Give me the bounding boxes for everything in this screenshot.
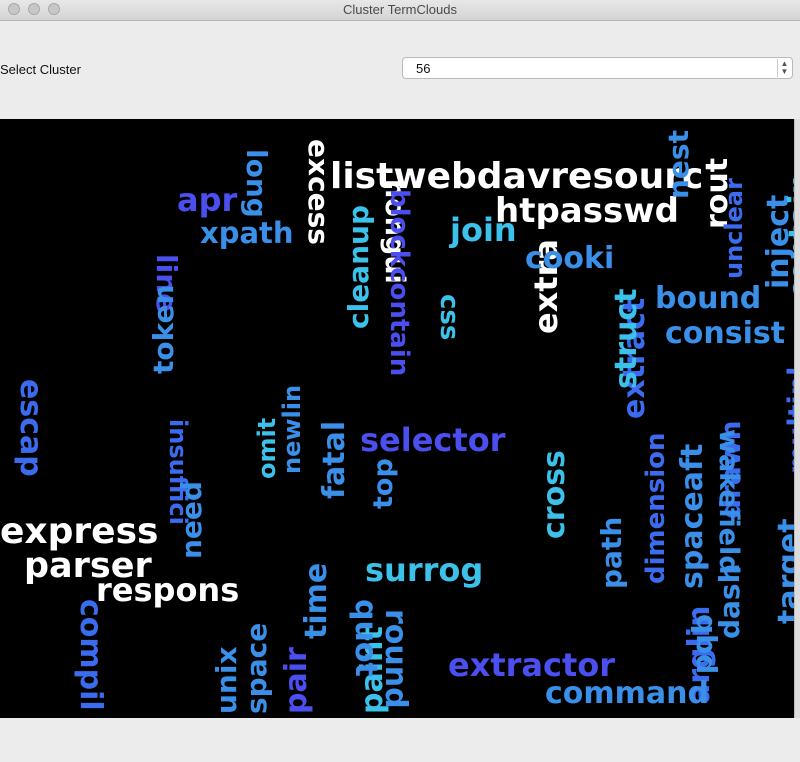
cloud-term: fatal (317, 420, 352, 499)
cloud-term: nest (662, 130, 695, 199)
cloud-term: escap (13, 379, 48, 477)
cloud-term: token (147, 284, 180, 374)
cloud-term: htpasswd (495, 191, 679, 231)
cloud-term: spaceaft (675, 443, 710, 589)
select-cluster-label: Select Cluster (0, 62, 81, 77)
cluster-select[interactable]: 56 ▲ ▼ (402, 57, 793, 79)
cloud-term: round (378, 609, 413, 709)
cloud-term: pair (279, 647, 314, 714)
window-title: Cluster TermClouds (343, 2, 457, 17)
cloud-term: quot (348, 599, 383, 677)
cloud-term: xpath (200, 216, 294, 250)
cloud-term: apr (177, 181, 238, 219)
cloud-term: join (450, 211, 517, 249)
cloud-term: respons (96, 571, 240, 609)
cloud-term: path (595, 516, 628, 589)
cloud-term: time (299, 562, 334, 639)
cloud-term: long (240, 149, 273, 218)
cloud-term: omit (253, 417, 281, 479)
cloud-term: top (368, 458, 399, 509)
cloud-term: need (175, 481, 208, 559)
window-footer (0, 718, 800, 762)
cloud-term: unix (210, 646, 243, 714)
cluster-select-value: 56 (416, 61, 431, 76)
cloud-term: command (545, 676, 709, 711)
cloud-term: struct (609, 288, 644, 389)
select-stepper-icon: ▲ ▼ (777, 59, 791, 77)
cloud-term: cross (537, 450, 572, 539)
cloud-term: cleanup (342, 205, 375, 329)
cloud-term: compil (73, 599, 108, 711)
vertical-scrollbar[interactable] (794, 119, 800, 718)
cloud-term: bound (655, 281, 762, 316)
cloud-term: excess (302, 139, 335, 245)
cloud-term: qbd (690, 614, 723, 675)
cloud-term: css (434, 294, 464, 341)
cloud-term: consist (665, 316, 786, 351)
cloud-term: blockcontain (384, 189, 414, 377)
cloud-term: cooki (525, 241, 615, 276)
cloud-term: selector (360, 421, 506, 459)
cloud-term: wakefield (713, 429, 744, 575)
cloud-term: contain (783, 173, 794, 299)
cloud-term: unclear (720, 178, 748, 279)
cloud-term: multipl (783, 366, 794, 474)
window-titlebar: Cluster TermClouds (0, 0, 800, 21)
cloud-term: dimension (641, 432, 671, 584)
term-cloud: listwebdavresourc htpasswd excess nongui ext… (0, 119, 794, 718)
cloud-term: surrog (365, 551, 484, 589)
cloud-term: express (0, 511, 159, 552)
cloud-term: space (240, 622, 273, 714)
cloud-term: newlin (278, 384, 306, 474)
cloud-term: target (772, 518, 794, 624)
